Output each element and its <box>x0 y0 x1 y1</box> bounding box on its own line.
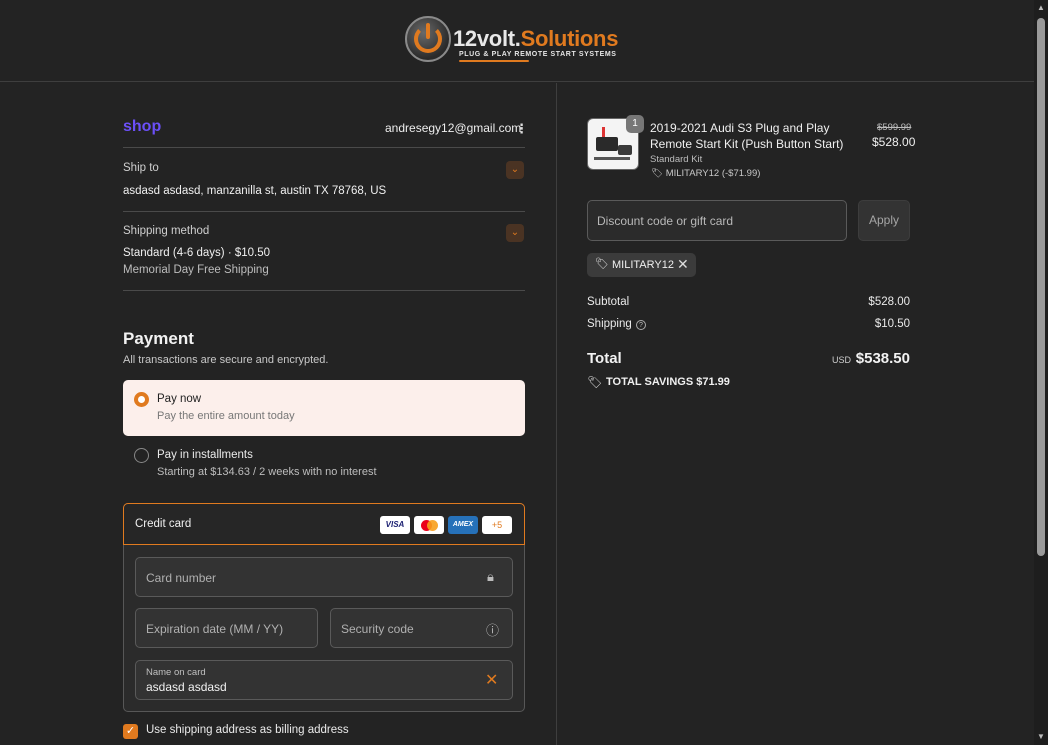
product-discount: 🏷︎ MILITARY12 (-$71.99) <box>651 168 761 179</box>
subtotal-value: $528.00 <box>868 296 910 308</box>
applied-discount-chip: 🏷︎ MILITARY12 ✕ <box>587 253 696 277</box>
expiration-date-field[interactable]: Expiration date (MM / YY) <box>135 608 318 648</box>
tag-icon: 🏷︎ <box>651 168 666 179</box>
payment-subtitle: All transactions are secure and encrypte… <box>123 354 329 366</box>
billing-address-label: Use shipping address as billing address <box>146 724 349 736</box>
name-on-card-label: Name on card <box>146 667 206 678</box>
tag-icon: 🏷︎ <box>587 375 603 389</box>
discount-code-input[interactable]: Discount code or gift card <box>587 200 847 241</box>
security-code-field[interactable]: Security code ⓘ <box>330 608 513 648</box>
mastercard-icon <box>414 516 444 534</box>
divider <box>123 290 525 291</box>
subtotal-label: Subtotal <box>587 296 630 308</box>
shop-pay-logo: shop <box>123 118 162 135</box>
quantity-badge: 1 <box>626 115 644 133</box>
pay-now-option[interactable]: Pay now Pay the entire amount today <box>123 380 525 436</box>
site-logo[interactable]: 12volt.Solutions PLUG & PLAY REMOTE STAR… <box>405 16 629 66</box>
remove-discount-icon[interactable]: ✕ <box>677 256 689 273</box>
pay-installments-subtitle: Starting at $134.63 / 2 weeks with no in… <box>157 466 377 478</box>
expiration-placeholder: Expiration date (MM / YY) <box>146 622 284 636</box>
product-name: 2019-2021 Audi S3 Plug and Play Remote S… <box>650 121 844 151</box>
product-variant: Standard Kit <box>650 154 703 165</box>
scroll-down-icon[interactable]: ▼ <box>1037 732 1045 741</box>
ship-to-label: Ship to <box>123 162 159 174</box>
logo-tagline: PLUG & PLAY REMOTE START SYSTEMS <box>459 51 617 58</box>
visa-icon: VISA <box>380 516 410 534</box>
billing-address-checkbox[interactable]: ✓ <box>123 724 138 739</box>
ship-to-address: asdasd asdasd, manzanilla st, austin TX … <box>123 185 387 197</box>
scrollbar[interactable]: ▲ ▼ <box>1034 0 1048 745</box>
card-number-placeholder: Card number <box>146 571 217 585</box>
lock-icon: 🔒︎ <box>487 569 494 584</box>
total-savings: TOTAL SAVINGS $71.99 <box>606 376 730 388</box>
pay-now-subtitle: Pay the entire amount today <box>157 410 295 422</box>
scroll-up-icon[interactable]: ▲ <box>1037 3 1045 12</box>
chevron-down-icon[interactable]: ⌄ <box>506 161 524 179</box>
divider <box>123 211 525 212</box>
site-header: 12volt.Solutions PLUG & PLAY REMOTE STAR… <box>0 0 1034 82</box>
name-on-card-field[interactable]: Name on card asdasd asdasd ✕ <box>135 660 513 700</box>
help-circle-icon[interactable]: ? <box>636 320 646 330</box>
product-price: $528.00 <box>872 135 916 149</box>
chevron-down-icon[interactable]: ⌄ <box>506 224 524 242</box>
scroll-thumb[interactable] <box>1037 18 1045 556</box>
pay-now-radio[interactable] <box>134 392 149 407</box>
clear-icon[interactable]: ✕ <box>485 670 498 690</box>
discount-code-placeholder: Discount code or gift card <box>597 214 734 228</box>
shipping-value: $10.50 <box>874 318 910 330</box>
logo-wordmark: 12volt.Solutions <box>453 26 619 51</box>
column-divider <box>556 83 557 745</box>
divider <box>123 147 525 148</box>
apply-button[interactable]: Apply <box>858 200 910 241</box>
more-cards-badge: +5 <box>482 516 512 534</box>
amex-icon: AMEX <box>448 516 478 534</box>
help-circle-icon[interactable]: ⓘ <box>486 620 499 639</box>
currency-code: USD <box>832 355 852 365</box>
credit-card-header[interactable]: Credit card VISA AMEX +5 <box>123 503 525 545</box>
security-code-placeholder: Security code <box>341 622 414 636</box>
applied-discount-code: MILITARY12 <box>612 259 674 271</box>
total-value: $538.50 <box>855 350 910 367</box>
credit-card-label: Credit card <box>135 518 192 530</box>
name-on-card-value: asdasd asdasd <box>146 680 227 694</box>
account-email: andresegy12@gmail.com <box>385 121 522 135</box>
shipping-method-label: Shipping method <box>123 225 210 237</box>
tag-icon: 🏷︎ <box>595 258 609 270</box>
original-price: $599.99 <box>877 122 912 133</box>
card-number-field[interactable]: Card number 🔒︎ <box>135 557 513 597</box>
pay-installments-radio[interactable] <box>134 448 149 463</box>
shipping-method-value: Standard (4-6 days) · $10.50 <box>123 247 271 259</box>
shipping-method-note: Memorial Day Free Shipping <box>123 264 269 276</box>
total-label: Total <box>587 350 622 367</box>
kebab-menu-icon[interactable]: ⋮ <box>515 121 528 137</box>
logo-swoosh <box>459 60 529 62</box>
pay-installments-title: Pay in installments <box>157 449 253 461</box>
shipping-label: Shipping <box>587 318 632 330</box>
pay-now-title: Pay now <box>157 393 202 405</box>
power-icon <box>405 16 451 62</box>
payment-title: Payment <box>123 329 194 348</box>
